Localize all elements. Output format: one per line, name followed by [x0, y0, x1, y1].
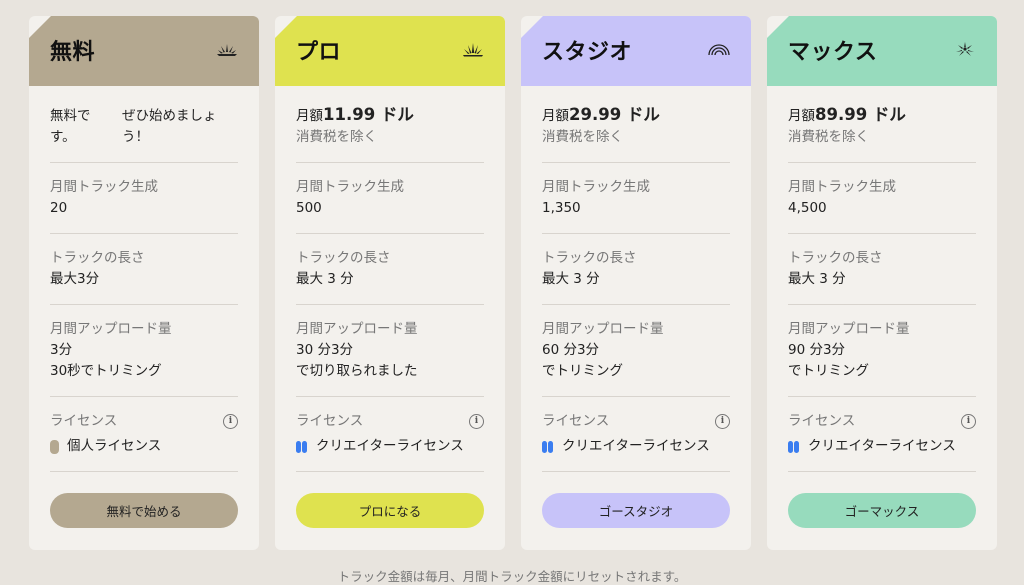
info-icon[interactable]: i: [469, 414, 484, 429]
length-value: 最大 3 分: [542, 271, 600, 287]
upload-line-1: 3分: [50, 342, 73, 358]
tax-note: 消費税を除く: [296, 129, 377, 145]
upload-line-1: 30 分3分: [296, 342, 354, 358]
length-label: トラックの長さ: [50, 250, 145, 266]
rainbow-icon: [708, 44, 730, 56]
sunburst-icon: [463, 43, 483, 57]
license-label: ライセンス: [542, 413, 610, 429]
tracks-value: 4,500: [788, 200, 827, 216]
tracks-label: 月間トラック生成: [788, 179, 896, 195]
go-studio-button[interactable]: ゴースタジオ: [542, 493, 730, 528]
free-tagline-2: ぜひ始めましょう！: [122, 108, 217, 145]
upload-label: 月間アップロード量: [788, 321, 910, 337]
tracks-label: 月間トラック生成: [542, 179, 650, 195]
price-prefix: 月額: [542, 108, 569, 124]
info-icon[interactable]: i: [961, 414, 976, 429]
length-label: トラックの長さ: [542, 250, 637, 266]
go-max-button[interactable]: ゴーマックス: [788, 493, 976, 528]
plan-card-free: 無料 無料で す。 ぜひ始めましょう！ 月間トラック生成 20 トラックの長さ …: [29, 16, 259, 550]
go-pro-button[interactable]: プロになる: [296, 493, 484, 528]
price: 11.99 ドル: [323, 105, 414, 124]
personal-license-icon: [50, 439, 59, 454]
price-prefix: 月額: [788, 108, 815, 124]
upload-line-2: でトリミング: [542, 363, 623, 379]
length-label: トラックの長さ: [788, 250, 883, 266]
tracks-value: 20: [50, 200, 68, 216]
upload-line-2: 30秒でトリミング: [50, 363, 162, 379]
price: 89.99 ドル: [815, 105, 906, 124]
plan-title: プロ: [296, 40, 342, 65]
pricing-cards: 無料 無料で す。 ぜひ始めましょう！ 月間トラック生成 20 トラックの長さ …: [29, 16, 997, 550]
info-icon[interactable]: i: [223, 414, 238, 429]
license-label: ライセンス: [50, 413, 118, 429]
plan-card-studio: スタジオ 月額29.99 ドル 消費税を除く 月間トラック生成 1,350 トラ…: [521, 16, 751, 550]
license-value: クリエイターライセンス: [316, 438, 464, 454]
upload-label: 月間アップロード量: [50, 321, 172, 337]
upload-line-2: で切り取られました: [296, 363, 418, 379]
free-tagline-1: 無料で す。: [50, 108, 91, 145]
plan-title: マックス: [788, 40, 878, 65]
license-label: ライセンス: [788, 413, 856, 429]
license-value: 個人ライセンス: [67, 438, 162, 454]
upload-line-1: 60 分3分: [542, 342, 600, 358]
plan-header: プロ: [275, 16, 505, 86]
plan-header: スタジオ: [521, 16, 751, 86]
tracks-value: 1,350: [542, 200, 581, 216]
price: 29.99 ドル: [569, 105, 660, 124]
creator-license-icon: [296, 440, 307, 453]
info-icon[interactable]: i: [715, 414, 730, 429]
license-value: クリエイターライセンス: [562, 438, 710, 454]
burst-icon: [956, 42, 974, 56]
start-free-button[interactable]: 無料で始める: [50, 493, 238, 528]
half-sun-icon: [217, 44, 237, 56]
plan-card-max: マックス 月額89.99 ドル 消費税を除く 月間トラック生成 4,500 トラ…: [767, 16, 997, 550]
license-value: クリエイターライセンス: [808, 438, 956, 454]
upload-label: 月間アップロード量: [296, 321, 418, 337]
creator-license-icon: [788, 440, 799, 453]
plan-header: 無料: [29, 16, 259, 86]
license-label: ライセンス: [296, 413, 364, 429]
upload-label: 月間アップロード量: [542, 321, 664, 337]
tracks-label: 月間トラック生成: [50, 179, 158, 195]
length-label: トラックの長さ: [296, 250, 391, 266]
length-value: 最大 3 分: [296, 271, 354, 287]
upload-line-2: でトリミング: [788, 363, 869, 379]
plan-card-pro: プロ 月額11.99 ドル 消費税を除く 月間トラック生成 500 トラックの長…: [275, 16, 505, 550]
plan-title: 無料: [50, 40, 96, 65]
plan-title: スタジオ: [542, 40, 633, 65]
tax-note: 消費税を除く: [542, 129, 623, 145]
length-value: 最大3分: [50, 271, 100, 287]
tax-note: 消費税を除く: [788, 129, 869, 145]
creator-license-icon: [542, 440, 553, 453]
footer-note: トラック金額は毎月、月間トラック金額にリセットされます。: [337, 569, 687, 584]
upload-line-1: 90 分3分: [788, 342, 846, 358]
tracks-label: 月間トラック生成: [296, 179, 404, 195]
price-prefix: 月額: [296, 108, 323, 124]
length-value: 最大 3 分: [788, 271, 846, 287]
tracks-value: 500: [296, 200, 322, 216]
plan-header: マックス: [767, 16, 997, 86]
